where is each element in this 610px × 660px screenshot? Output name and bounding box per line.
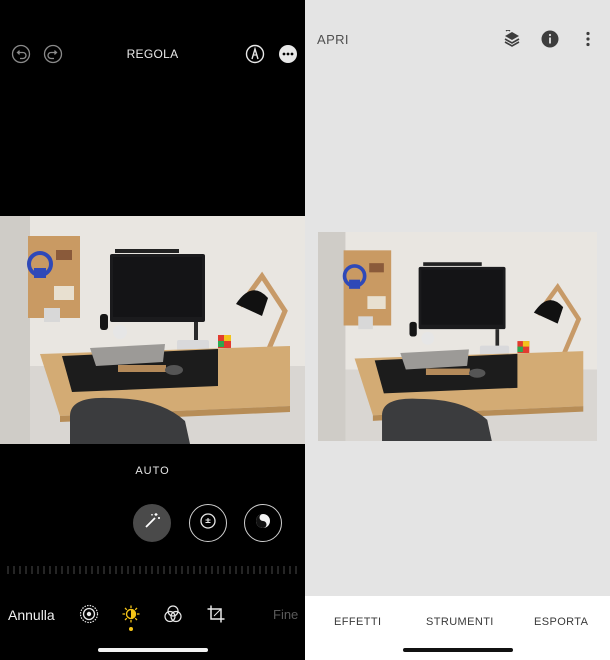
brilliance-button[interactable]: [244, 504, 282, 542]
auto-mode-label: AUTO: [135, 465, 170, 477]
tab-esporta[interactable]: ESPORTA: [534, 616, 588, 628]
more-vertical-icon[interactable]: [579, 30, 597, 48]
open-button[interactable]: APRI: [317, 32, 349, 47]
cancel-button[interactable]: Annulla: [8, 607, 55, 623]
desk-setup-photo: [0, 216, 305, 444]
layers-history-icon[interactable]: [503, 29, 521, 48]
exposure-icon: [199, 512, 217, 535]
tab-strumenti[interactable]: STRUMENTI: [426, 616, 494, 628]
auto-enhance-wand-icon: [142, 511, 162, 536]
photos-edit-panel: REGOLA AUTO Annulla Fine: [0, 0, 305, 660]
exposure-button[interactable]: [189, 504, 227, 542]
info-icon[interactable]: [541, 30, 559, 48]
adjustment-dial[interactable]: [6, 563, 300, 575]
snapseed-panel: APRI EFFETTI STRUMENTI ESPORTA: [305, 0, 610, 660]
crop-icon[interactable]: [206, 604, 226, 624]
active-tab-indicator: [129, 627, 133, 631]
desk-setup-photo: [318, 232, 597, 441]
tab-effetti[interactable]: EFFETTI: [334, 616, 381, 628]
home-indicator[interactable]: [403, 648, 513, 652]
home-indicator[interactable]: [98, 648, 208, 652]
markup-pen-icon[interactable]: [245, 44, 265, 64]
done-button[interactable]: Fine: [273, 607, 298, 622]
more-options-icon[interactable]: [278, 44, 298, 64]
adjust-icon[interactable]: [121, 604, 141, 624]
brilliance-icon: [254, 512, 272, 535]
filters-icon[interactable]: [163, 604, 183, 624]
live-icon[interactable]: [79, 604, 99, 624]
auto-enhance-button[interactable]: [133, 504, 171, 542]
